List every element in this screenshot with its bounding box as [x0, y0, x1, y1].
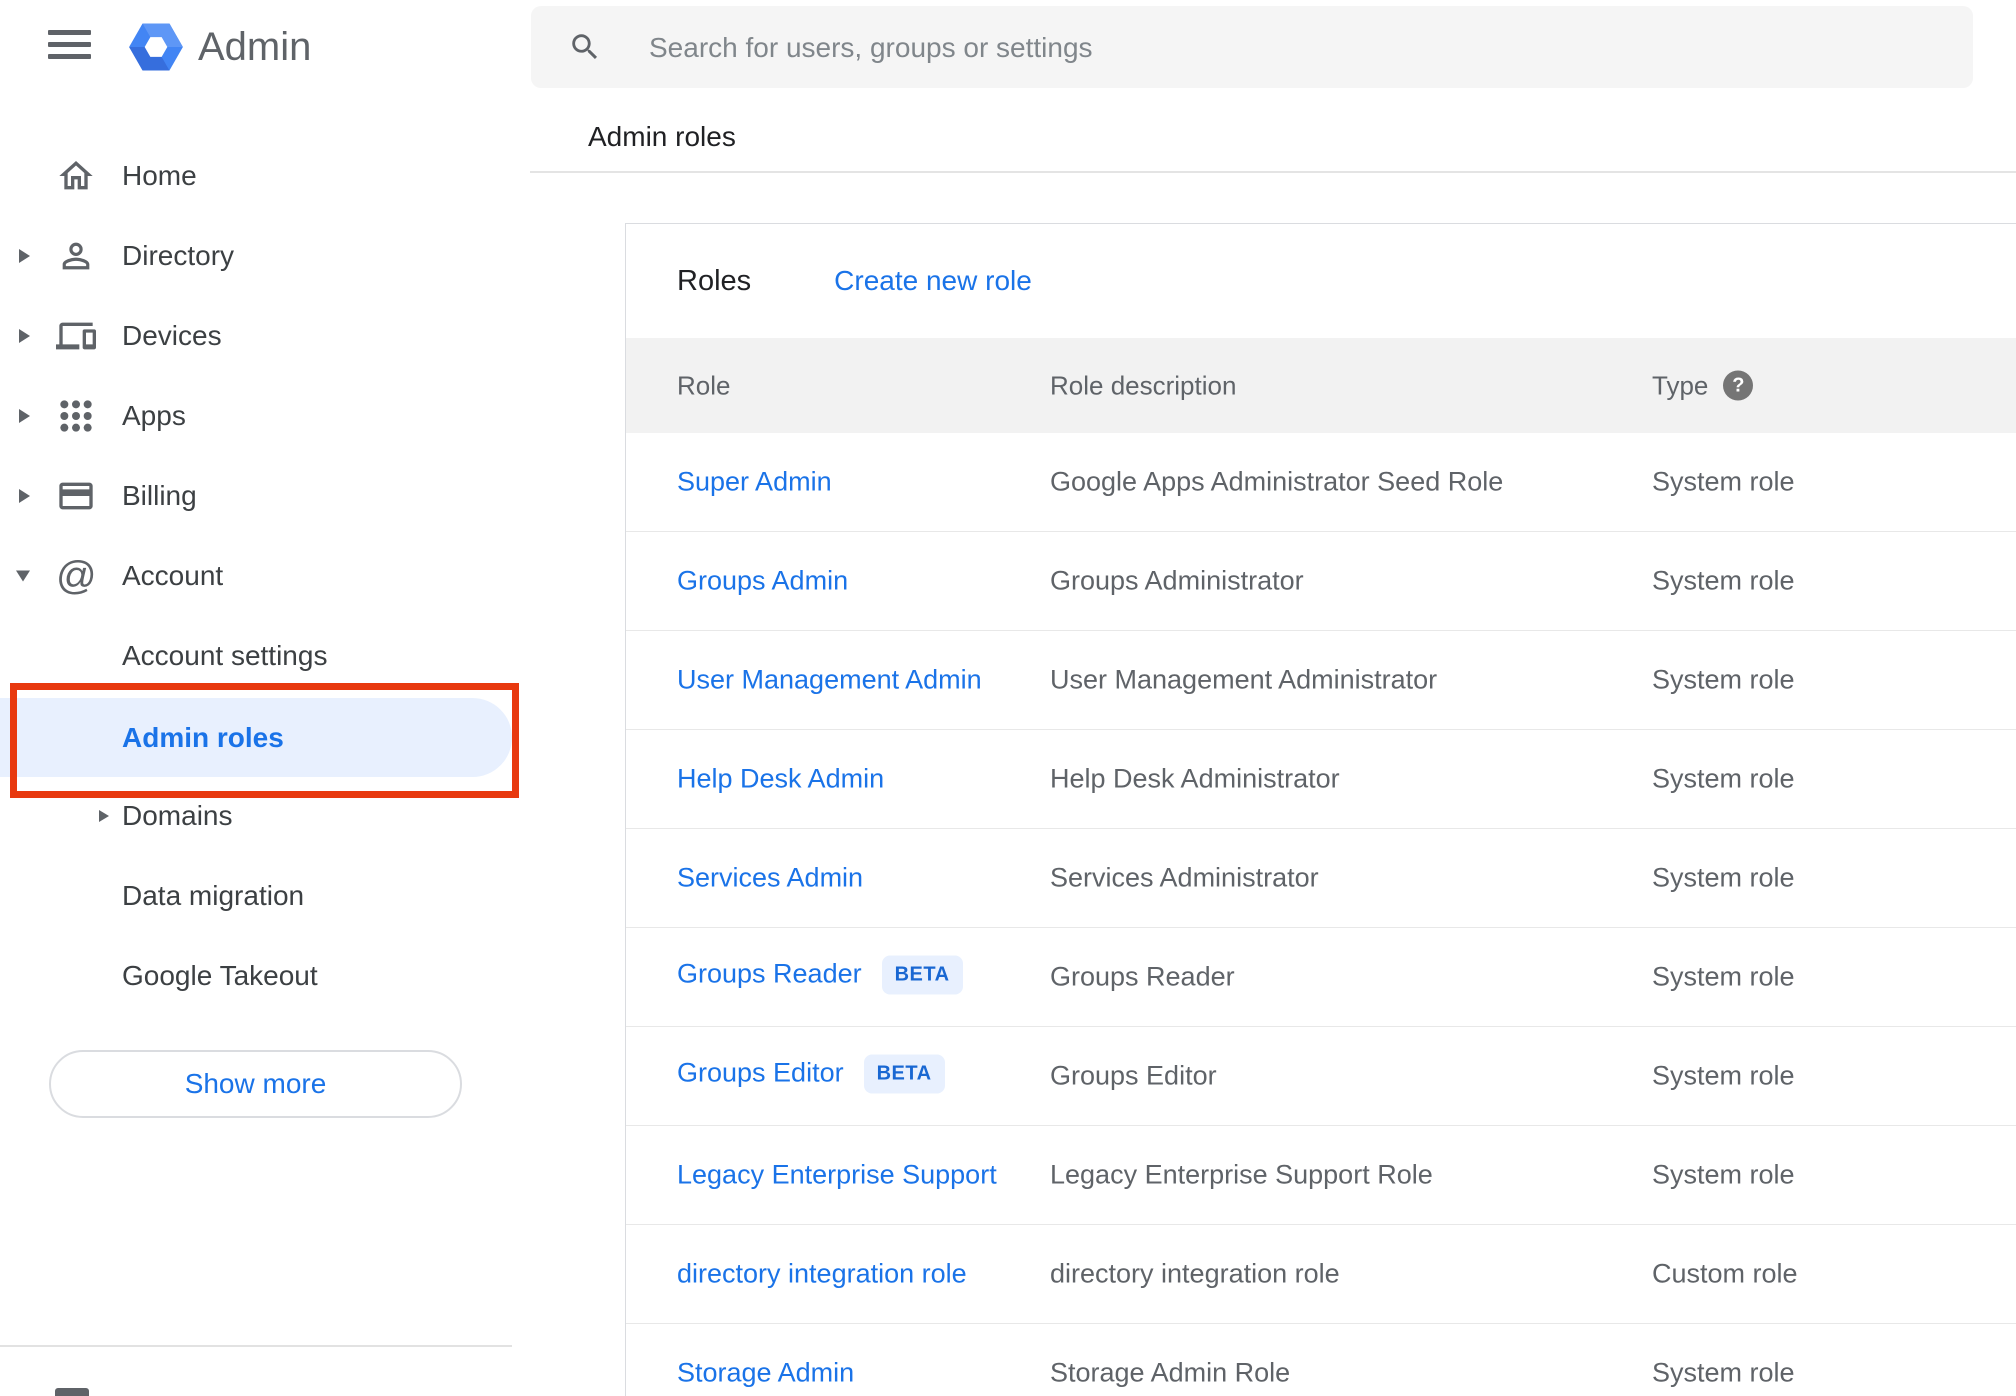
table-row: Super Admin Google Apps Administrator Se…: [626, 433, 2016, 532]
column-header-type-label: Type: [1652, 370, 1709, 400]
sidebar-item-label: Devices: [122, 320, 222, 351]
sidebar-item-domains[interactable]: Domains: [0, 776, 512, 856]
devices-icon: [56, 316, 96, 356]
role-description: User Management Administrator: [1050, 664, 1438, 695]
table-row: Storage Admin Storage Admin Role System …: [626, 1324, 2016, 1396]
sidebar-item-label: Google Takeout: [122, 960, 318, 991]
role-link[interactable]: Help Desk Admin: [677, 764, 884, 794]
role-description: Groups Editor: [1050, 1060, 1217, 1091]
role-description: Storage Admin Role: [1050, 1357, 1291, 1388]
table-row: Help Desk Admin Help Desk Administrator …: [626, 730, 2016, 829]
breadcrumb: Admin roles: [588, 121, 736, 152]
header-divider: [530, 171, 2016, 173]
sidebar-item-apps[interactable]: Apps: [0, 376, 512, 456]
role-link[interactable]: Services Admin: [677, 863, 863, 893]
chevron-right-icon: [99, 810, 109, 822]
role-type: System role: [1652, 862, 1795, 893]
sidebar-item-data-migration[interactable]: Data migration: [0, 856, 512, 936]
role-type: System role: [1652, 565, 1795, 596]
sidebar: Admin Home Directory Devices Apps Billin…: [0, 0, 530, 1396]
sidebar-nav: Home Directory Devices Apps Billing @ Ac…: [0, 0, 530, 1396]
role-link[interactable]: Storage Admin: [677, 1358, 854, 1388]
search-bar: [531, 6, 1973, 90]
sidebar-item-devices[interactable]: Devices: [0, 296, 512, 376]
table-row: Groups Admin Groups Administrator System…: [626, 532, 2016, 631]
sidebar-bottom-divider: [0, 1345, 512, 1347]
sidebar-item-admin-roles[interactable]: Admin roles: [0, 698, 512, 777]
sidebar-item-billing[interactable]: Billing: [0, 456, 512, 536]
role-description: Services Administrator: [1050, 862, 1319, 893]
role-type: System role: [1652, 1060, 1795, 1091]
column-header-type: Type ?: [1652, 370, 1754, 401]
sidebar-item-home[interactable]: Home: [0, 136, 512, 216]
sidebar-item-label: Billing: [122, 480, 197, 511]
role-link[interactable]: Legacy Enterprise Support: [677, 1160, 997, 1190]
role-description: Groups Reader: [1050, 961, 1235, 992]
sidebar-item-label: Admin roles: [122, 721, 284, 753]
role-description: Google Apps Administrator Seed Role: [1050, 466, 1504, 497]
column-header-role: Role: [677, 370, 731, 400]
table-header-row: Role Role description Type ?: [626, 338, 2016, 433]
table-row: directory integration role directory int…: [626, 1225, 2016, 1324]
search-input[interactable]: [647, 6, 1931, 90]
roles-card: Roles Create new role Role Role descript…: [625, 223, 2016, 1396]
chevron-right-icon: [19, 249, 30, 263]
chevron-right-icon: [19, 329, 30, 343]
role-type: System role: [1652, 961, 1795, 992]
help-icon[interactable]: ?: [1723, 370, 1754, 401]
sidebar-item-label: Directory: [122, 240, 235, 271]
role-link[interactable]: Super Admin: [677, 467, 832, 497]
create-new-role-link[interactable]: Create new role: [834, 265, 1032, 297]
table-row: Groups Reader BETA Groups Reader System r…: [626, 928, 2016, 1027]
chevron-down-icon: [16, 570, 30, 582]
role-type: System role: [1652, 1159, 1795, 1190]
sidebar-item-directory[interactable]: Directory: [0, 216, 512, 296]
card-title: Roles: [677, 264, 752, 297]
admin-console-screen: Admin Home Directory Devices Apps Billin…: [0, 0, 2016, 1396]
person-icon: [56, 236, 96, 276]
role-type: System role: [1652, 466, 1795, 497]
role-description: Help Desk Administrator: [1050, 763, 1340, 794]
sidebar-item-label: Data migration: [122, 880, 305, 911]
chevron-right-icon: [19, 489, 30, 503]
table-row: Legacy Enterprise Support Legacy Enterpr…: [626, 1126, 2016, 1225]
role-type: System role: [1652, 1357, 1795, 1388]
role-link[interactable]: Groups Editor: [677, 1058, 844, 1088]
role-link[interactable]: Groups Admin: [677, 566, 848, 596]
role-link[interactable]: User Management Admin: [677, 665, 982, 695]
sidebar-item-label: Account: [122, 560, 224, 591]
chevron-right-icon: [19, 409, 30, 423]
role-link[interactable]: Groups Reader: [677, 959, 862, 989]
credit-card-icon: [56, 476, 96, 516]
beta-badge: BETA: [881, 955, 963, 995]
at-icon: @: [56, 554, 97, 598]
show-more-button[interactable]: Show more: [49, 1050, 462, 1118]
sidebar-item-google-takeout[interactable]: Google Takeout: [0, 936, 512, 1016]
column-header-description: Role description: [1050, 370, 1237, 400]
apps-grid-icon: [56, 396, 96, 436]
role-description: directory integration role: [1050, 1258, 1340, 1289]
role-link[interactable]: directory integration role: [677, 1259, 967, 1289]
sidebar-item-label: Apps: [122, 400, 186, 431]
sidebar-item-account[interactable]: @ Account: [0, 536, 512, 616]
role-description: Groups Administrator: [1050, 565, 1304, 596]
role-type: Custom role: [1652, 1258, 1798, 1289]
table-row: User Management Admin User Management Ad…: [626, 631, 2016, 730]
sidebar-item-account-settings[interactable]: Account settings: [0, 616, 512, 696]
show-more-label: Show more: [184, 1068, 327, 1099]
card-title-row: Roles Create new role: [626, 224, 2016, 338]
table-row: Groups Editor BETA Groups Editor System r…: [626, 1027, 2016, 1126]
role-type: System role: [1652, 763, 1795, 794]
role-type: System role: [1652, 664, 1795, 695]
role-description: Legacy Enterprise Support Role: [1050, 1159, 1433, 1190]
beta-badge: BETA: [863, 1054, 945, 1094]
search-icon: [568, 30, 602, 64]
sidebar-item-label: Account settings: [122, 640, 328, 671]
table-row: Services Admin Services Administrator Sy…: [626, 829, 2016, 928]
partial-feedback-icon: [55, 1388, 89, 1396]
sidebar-item-label: Domains: [122, 800, 233, 831]
home-icon: [56, 156, 96, 196]
sidebar-item-label: Home: [122, 160, 197, 191]
